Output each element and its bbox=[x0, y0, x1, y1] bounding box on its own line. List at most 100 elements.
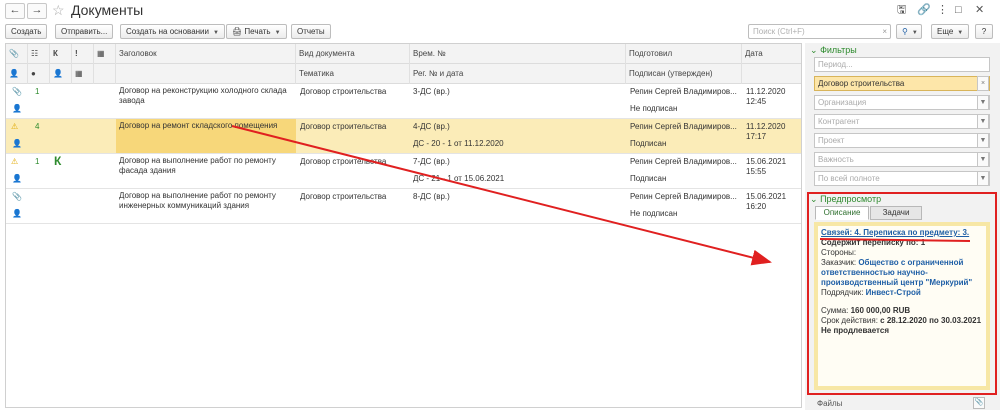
organization-filter[interactable]: Организация bbox=[814, 95, 990, 110]
row-reg-no: ДС - 21 - 1 от 15.06.2021 bbox=[413, 174, 505, 183]
chevron-down-icon: ⌄ bbox=[810, 194, 818, 204]
table-row[interactable]: 📎 👤 1 Договор на реконструкцию холодного… bbox=[6, 84, 801, 119]
favorite-star-icon[interactable]: ☆ bbox=[52, 2, 65, 18]
reports-button[interactable]: Отчеты bbox=[291, 24, 331, 39]
table-row-selected[interactable]: ⚠ 👤 4 Договор на ремонт складского помещ… bbox=[6, 119, 801, 154]
table-row[interactable]: ⚠ 👤 1 К Договор на выполнение работ по р… bbox=[6, 154, 801, 189]
importance-filter[interactable]: Важность bbox=[814, 152, 990, 167]
filters-header[interactable]: ⌄ Фильтры bbox=[810, 45, 857, 56]
header-date[interactable]: Дата bbox=[742, 44, 803, 64]
dropdown-arrow-icon[interactable]: ▼ bbox=[977, 152, 989, 167]
row-date: 15.06.2021 bbox=[746, 157, 787, 166]
create-based-button[interactable]: Создать на основании ▼ bbox=[120, 24, 225, 39]
dropdown-arrow-icon: ▼ bbox=[274, 30, 281, 36]
search-placeholder: Поиск (Ctrl+F) bbox=[753, 27, 805, 36]
row-title: Договор на реконструкцию холодного склад… bbox=[119, 86, 287, 105]
user-icon[interactable]: 👤 bbox=[50, 64, 72, 84]
row-k-marker: К bbox=[54, 154, 62, 168]
clear-icon[interactable]: × bbox=[882, 25, 887, 38]
row-date: 15.06.2021 bbox=[746, 192, 787, 201]
close-icon[interactable]: ✕ bbox=[975, 4, 984, 16]
row-date: 11.12.2020 bbox=[746, 122, 786, 131]
dropdown-arrow-icon[interactable]: ▼ bbox=[977, 114, 989, 129]
row-doc-type: Договор строительства bbox=[300, 192, 387, 201]
save-icon[interactable]: 🖫 bbox=[897, 4, 906, 16]
header-reg-no[interactable]: Рег. № и дата bbox=[410, 64, 626, 84]
correspondence-count: Содержит переписку по: 1 bbox=[821, 238, 926, 247]
status-circle-icon[interactable]: ● bbox=[28, 64, 50, 84]
row-time: 15:55 bbox=[746, 167, 767, 176]
links-summary-link[interactable]: Связей: 4. Переписка по предмету: 3. bbox=[821, 228, 983, 238]
header-empty-cell bbox=[116, 64, 296, 84]
tab-tasks[interactable]: Задачи bbox=[870, 206, 922, 220]
header-importance[interactable]: ! bbox=[72, 44, 94, 64]
header-title[interactable]: Заголовок bbox=[116, 44, 296, 64]
preview-content: Связей: 4. Переписка по предмету: 3. Сод… bbox=[814, 222, 990, 390]
dropdown-arrow-icon[interactable]: ▼ bbox=[977, 95, 989, 110]
forward-arrow-icon[interactable]: → bbox=[27, 3, 47, 19]
filter-label: Важность bbox=[818, 155, 854, 164]
table-header-row-1: 📎 ☷ К ! ▦ Заголовок Вид документа Врем. … bbox=[6, 44, 801, 64]
header-empty-cell bbox=[94, 64, 116, 84]
table-header-row-2: 👤 ● 👤 ▦ Тематика Рег. № и дата Подписан … bbox=[6, 64, 801, 84]
header-k[interactable]: К bbox=[50, 44, 72, 64]
grid-icon[interactable]: ▦ bbox=[72, 64, 94, 84]
user-icon[interactable]: 👤 bbox=[6, 64, 28, 84]
tab-description[interactable]: Описание bbox=[815, 206, 869, 220]
header-empty-cell bbox=[742, 64, 803, 84]
customer-line: Заказчик: Общество с ограниченной ответс… bbox=[821, 258, 983, 288]
customer-label: Заказчик: bbox=[821, 258, 857, 267]
row-prepared: Репин Сергей Владимиров... bbox=[630, 157, 737, 166]
send-button[interactable]: Отправить... bbox=[55, 24, 114, 39]
link-icon[interactable]: 🔗 bbox=[917, 4, 931, 16]
project-filter[interactable]: Проект bbox=[814, 133, 990, 148]
filters-title: Фильтры bbox=[820, 45, 857, 55]
clear-filter-icon[interactable]: × bbox=[977, 76, 989, 91]
row-count: 1 bbox=[35, 157, 40, 166]
row-prepared: Репин Сергей Владимиров... bbox=[630, 122, 737, 131]
completeness-filter[interactable]: По всей полноте bbox=[814, 171, 990, 186]
header-doc-type[interactable]: Вид документа bbox=[296, 44, 410, 64]
paperclip-icon: 📎 bbox=[12, 192, 22, 201]
flag-icon[interactable]: ▦ bbox=[94, 44, 116, 64]
print-button[interactable]: 🖨 Печать ▼ bbox=[226, 24, 287, 39]
attachment-icon[interactable]: 📎 bbox=[6, 44, 28, 64]
warning-icon: ⚠ bbox=[11, 157, 19, 166]
row-signed: Подписан bbox=[630, 174, 667, 183]
header-signed[interactable]: Подписан (утвержден) bbox=[626, 64, 742, 84]
back-arrow-icon[interactable]: ← bbox=[5, 3, 25, 19]
dropdown-arrow-icon[interactable]: ▼ bbox=[977, 133, 989, 148]
contractor-link[interactable]: Инвест-Строй bbox=[866, 288, 921, 297]
parties-label: Стороны: bbox=[821, 248, 857, 257]
row-prepared: Репин Сергей Владимиров... bbox=[630, 192, 737, 201]
row-reg-no: ДС - 20 - 1 от 11.12.2020 bbox=[413, 139, 504, 148]
row-signed: Не подписан bbox=[630, 209, 678, 218]
search-button[interactable]: ⚲ ▼ bbox=[896, 24, 922, 39]
row-signed: Подписан bbox=[630, 139, 667, 148]
printer-icon: 🖨 bbox=[232, 27, 243, 36]
send-label: Отправить... bbox=[61, 27, 108, 36]
help-button[interactable]: ? bbox=[975, 24, 993, 39]
preview-header[interactable]: ⌄ Предпросмотр bbox=[810, 194, 881, 205]
preview-title: Предпросмотр bbox=[820, 194, 882, 204]
kebab-icon[interactable]: ⋮ bbox=[937, 4, 948, 16]
search-input[interactable]: Поиск (Ctrl+F) × bbox=[748, 24, 891, 39]
period-field[interactable]: Период... bbox=[814, 57, 990, 72]
header-prepared[interactable]: Подготовил bbox=[626, 44, 742, 64]
header-temp-no[interactable]: Врем. № bbox=[410, 44, 626, 64]
attach-file-icon[interactable]: 📎 bbox=[973, 397, 985, 409]
more-button[interactable]: Еще ▼ bbox=[931, 24, 970, 39]
create-based-label: Создать на основании bbox=[126, 27, 209, 36]
counterparty-filter[interactable]: Контрагент bbox=[814, 114, 990, 129]
create-button[interactable]: Создать bbox=[5, 24, 48, 39]
row-temp-no: 4-ДС (вр.) bbox=[413, 122, 450, 131]
header-subject[interactable]: Тематика bbox=[296, 64, 410, 84]
table-row[interactable]: 📎 👤 Договор на выполнение работ по ремон… bbox=[6, 189, 801, 224]
files-label[interactable]: Файлы bbox=[817, 399, 842, 408]
filter-value: Договор строительства bbox=[818, 79, 905, 88]
hierarchy-icon[interactable]: ☷ bbox=[28, 44, 50, 64]
doc-type-filter[interactable]: Договор строительства bbox=[814, 76, 990, 91]
row-title: Договор на ремонт складского помещения bbox=[116, 119, 296, 153]
restore-icon[interactable]: □ bbox=[955, 4, 962, 16]
dropdown-arrow-icon[interactable]: ▼ bbox=[977, 171, 989, 186]
